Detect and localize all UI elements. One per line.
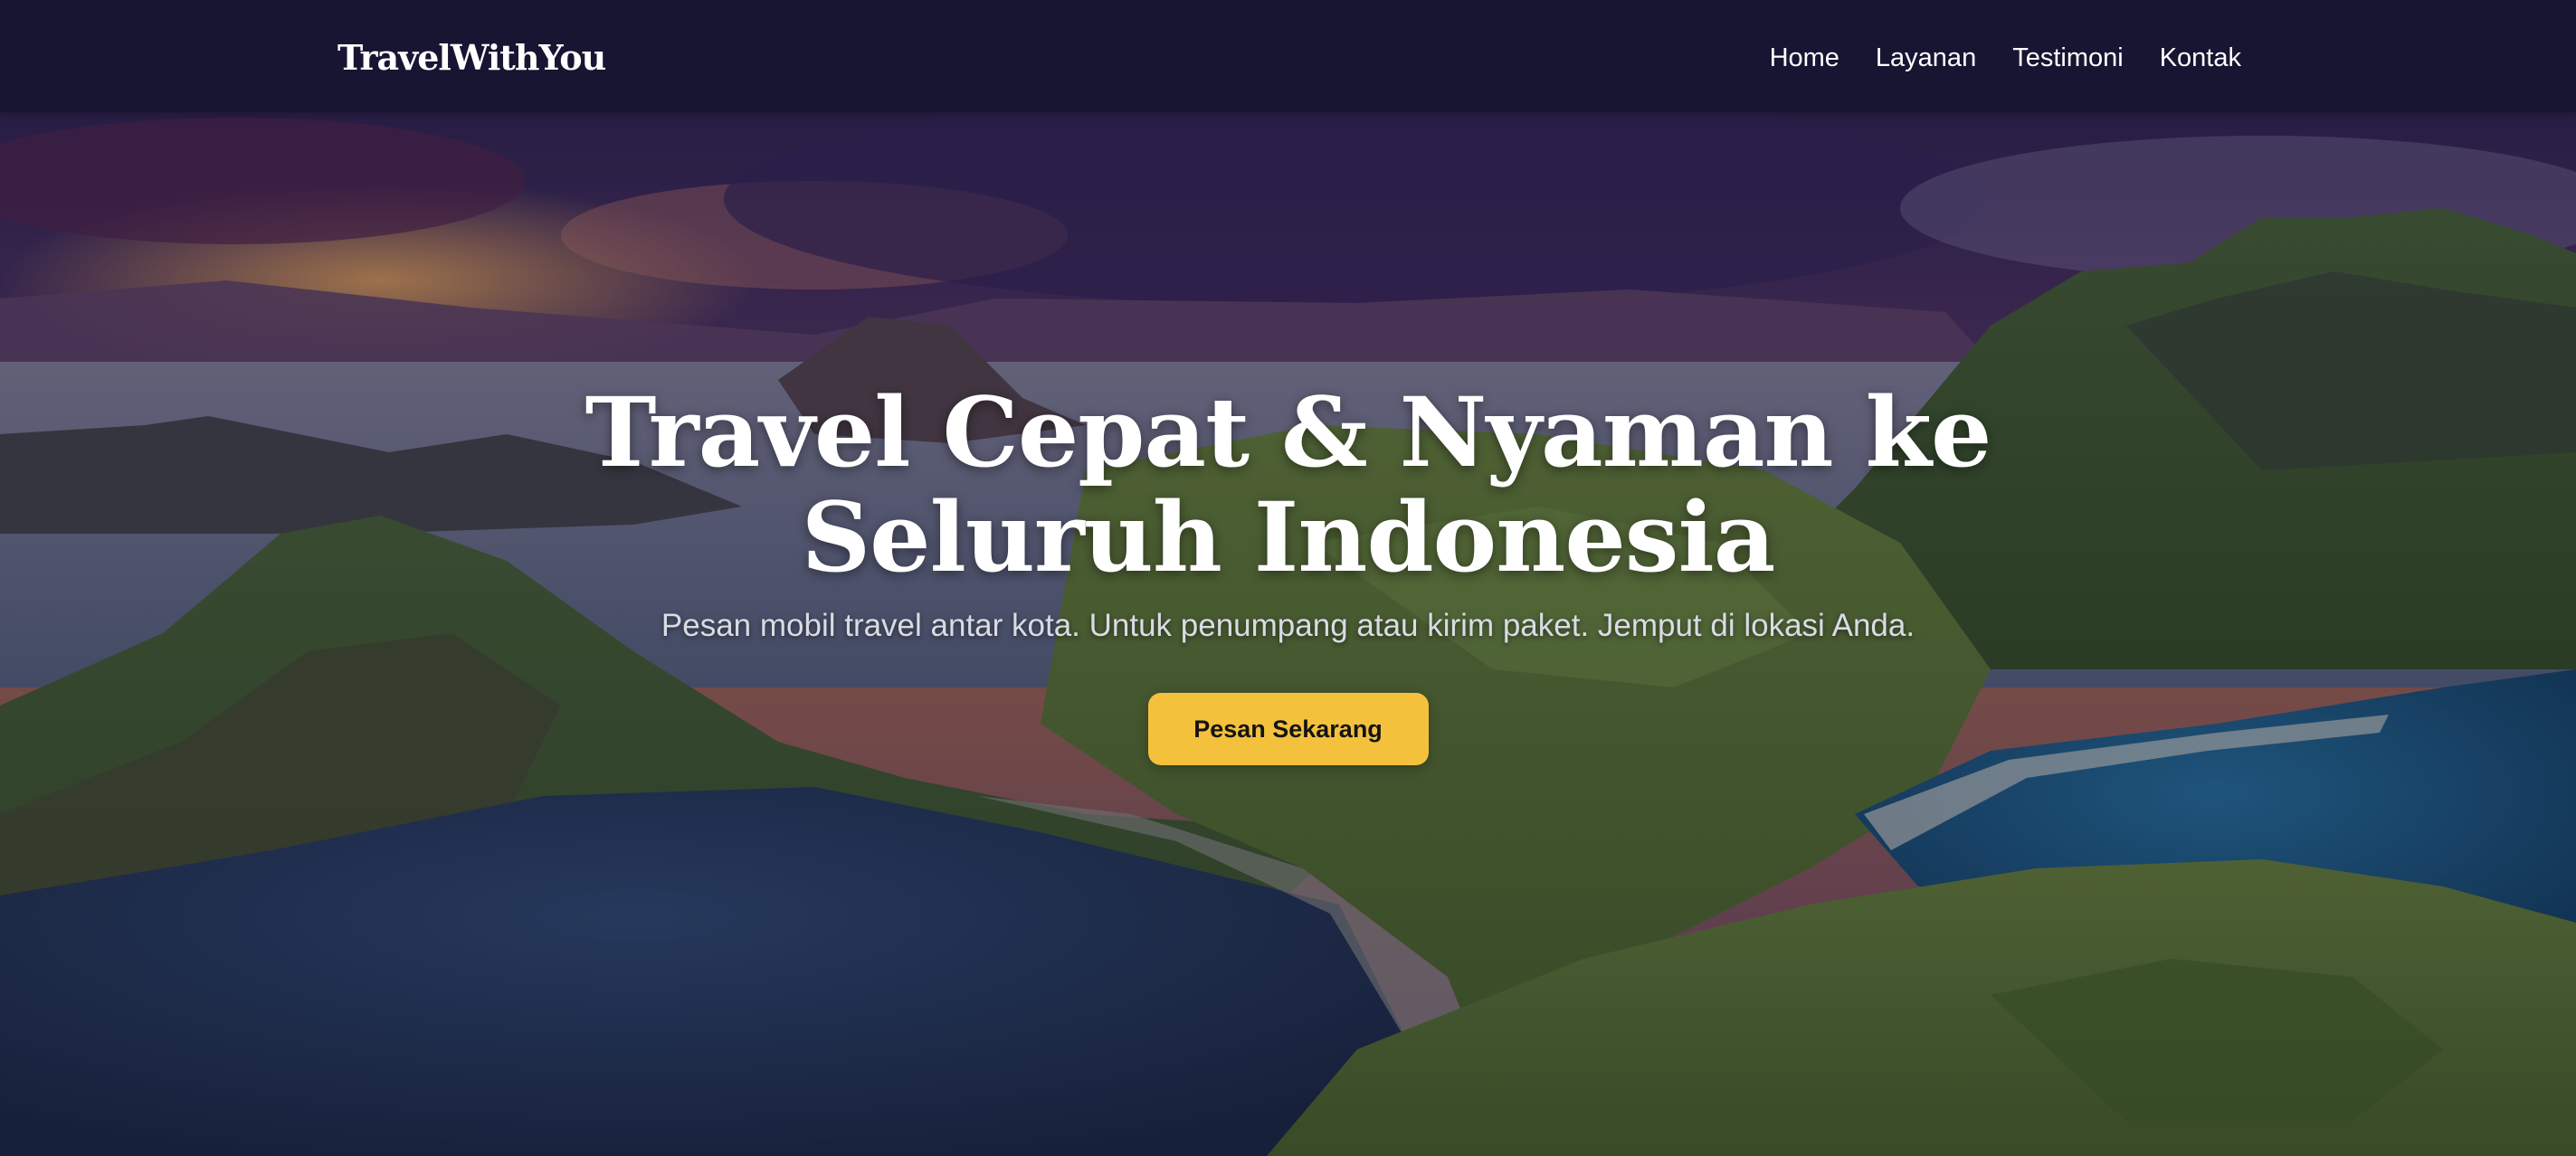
hero-subtitle: Pesan mobil travel antar kota. Untuk pen…	[661, 608, 1915, 643]
nav-link-kontak[interactable]: Kontak	[2160, 43, 2241, 72]
nav-item-testimoni: Testimoni	[2012, 31, 2124, 85]
pesan-sekarang-button[interactable]: Pesan Sekarang	[1147, 693, 1429, 765]
nav-item-kontak: Kontak	[2160, 31, 2241, 85]
hero-content: Travel Cepat & Nyaman ke Seluruh Indones…	[0, 380, 2576, 765]
nav-item-layanan: Layanan	[1876, 31, 1976, 85]
nav-link-layanan[interactable]: Layanan	[1876, 43, 1976, 72]
hero-section: TravelWithYou Home Layanan Testimoni Kon…	[0, 0, 2576, 1156]
nav-item-home: Home	[1770, 31, 1839, 85]
hero-title: Travel Cepat & Nyaman ke Seluruh Indones…	[585, 375, 1992, 593]
nav-link-home[interactable]: Home	[1770, 43, 1839, 72]
nav-menu: Home Layanan Testimoni Kontak	[1770, 31, 2241, 85]
brand-logo[interactable]: TravelWithYou	[337, 31, 606, 85]
navbar: TravelWithYou Home Layanan Testimoni Kon…	[0, 0, 2576, 112]
nav-link-testimoni[interactable]: Testimoni	[2012, 43, 2124, 72]
